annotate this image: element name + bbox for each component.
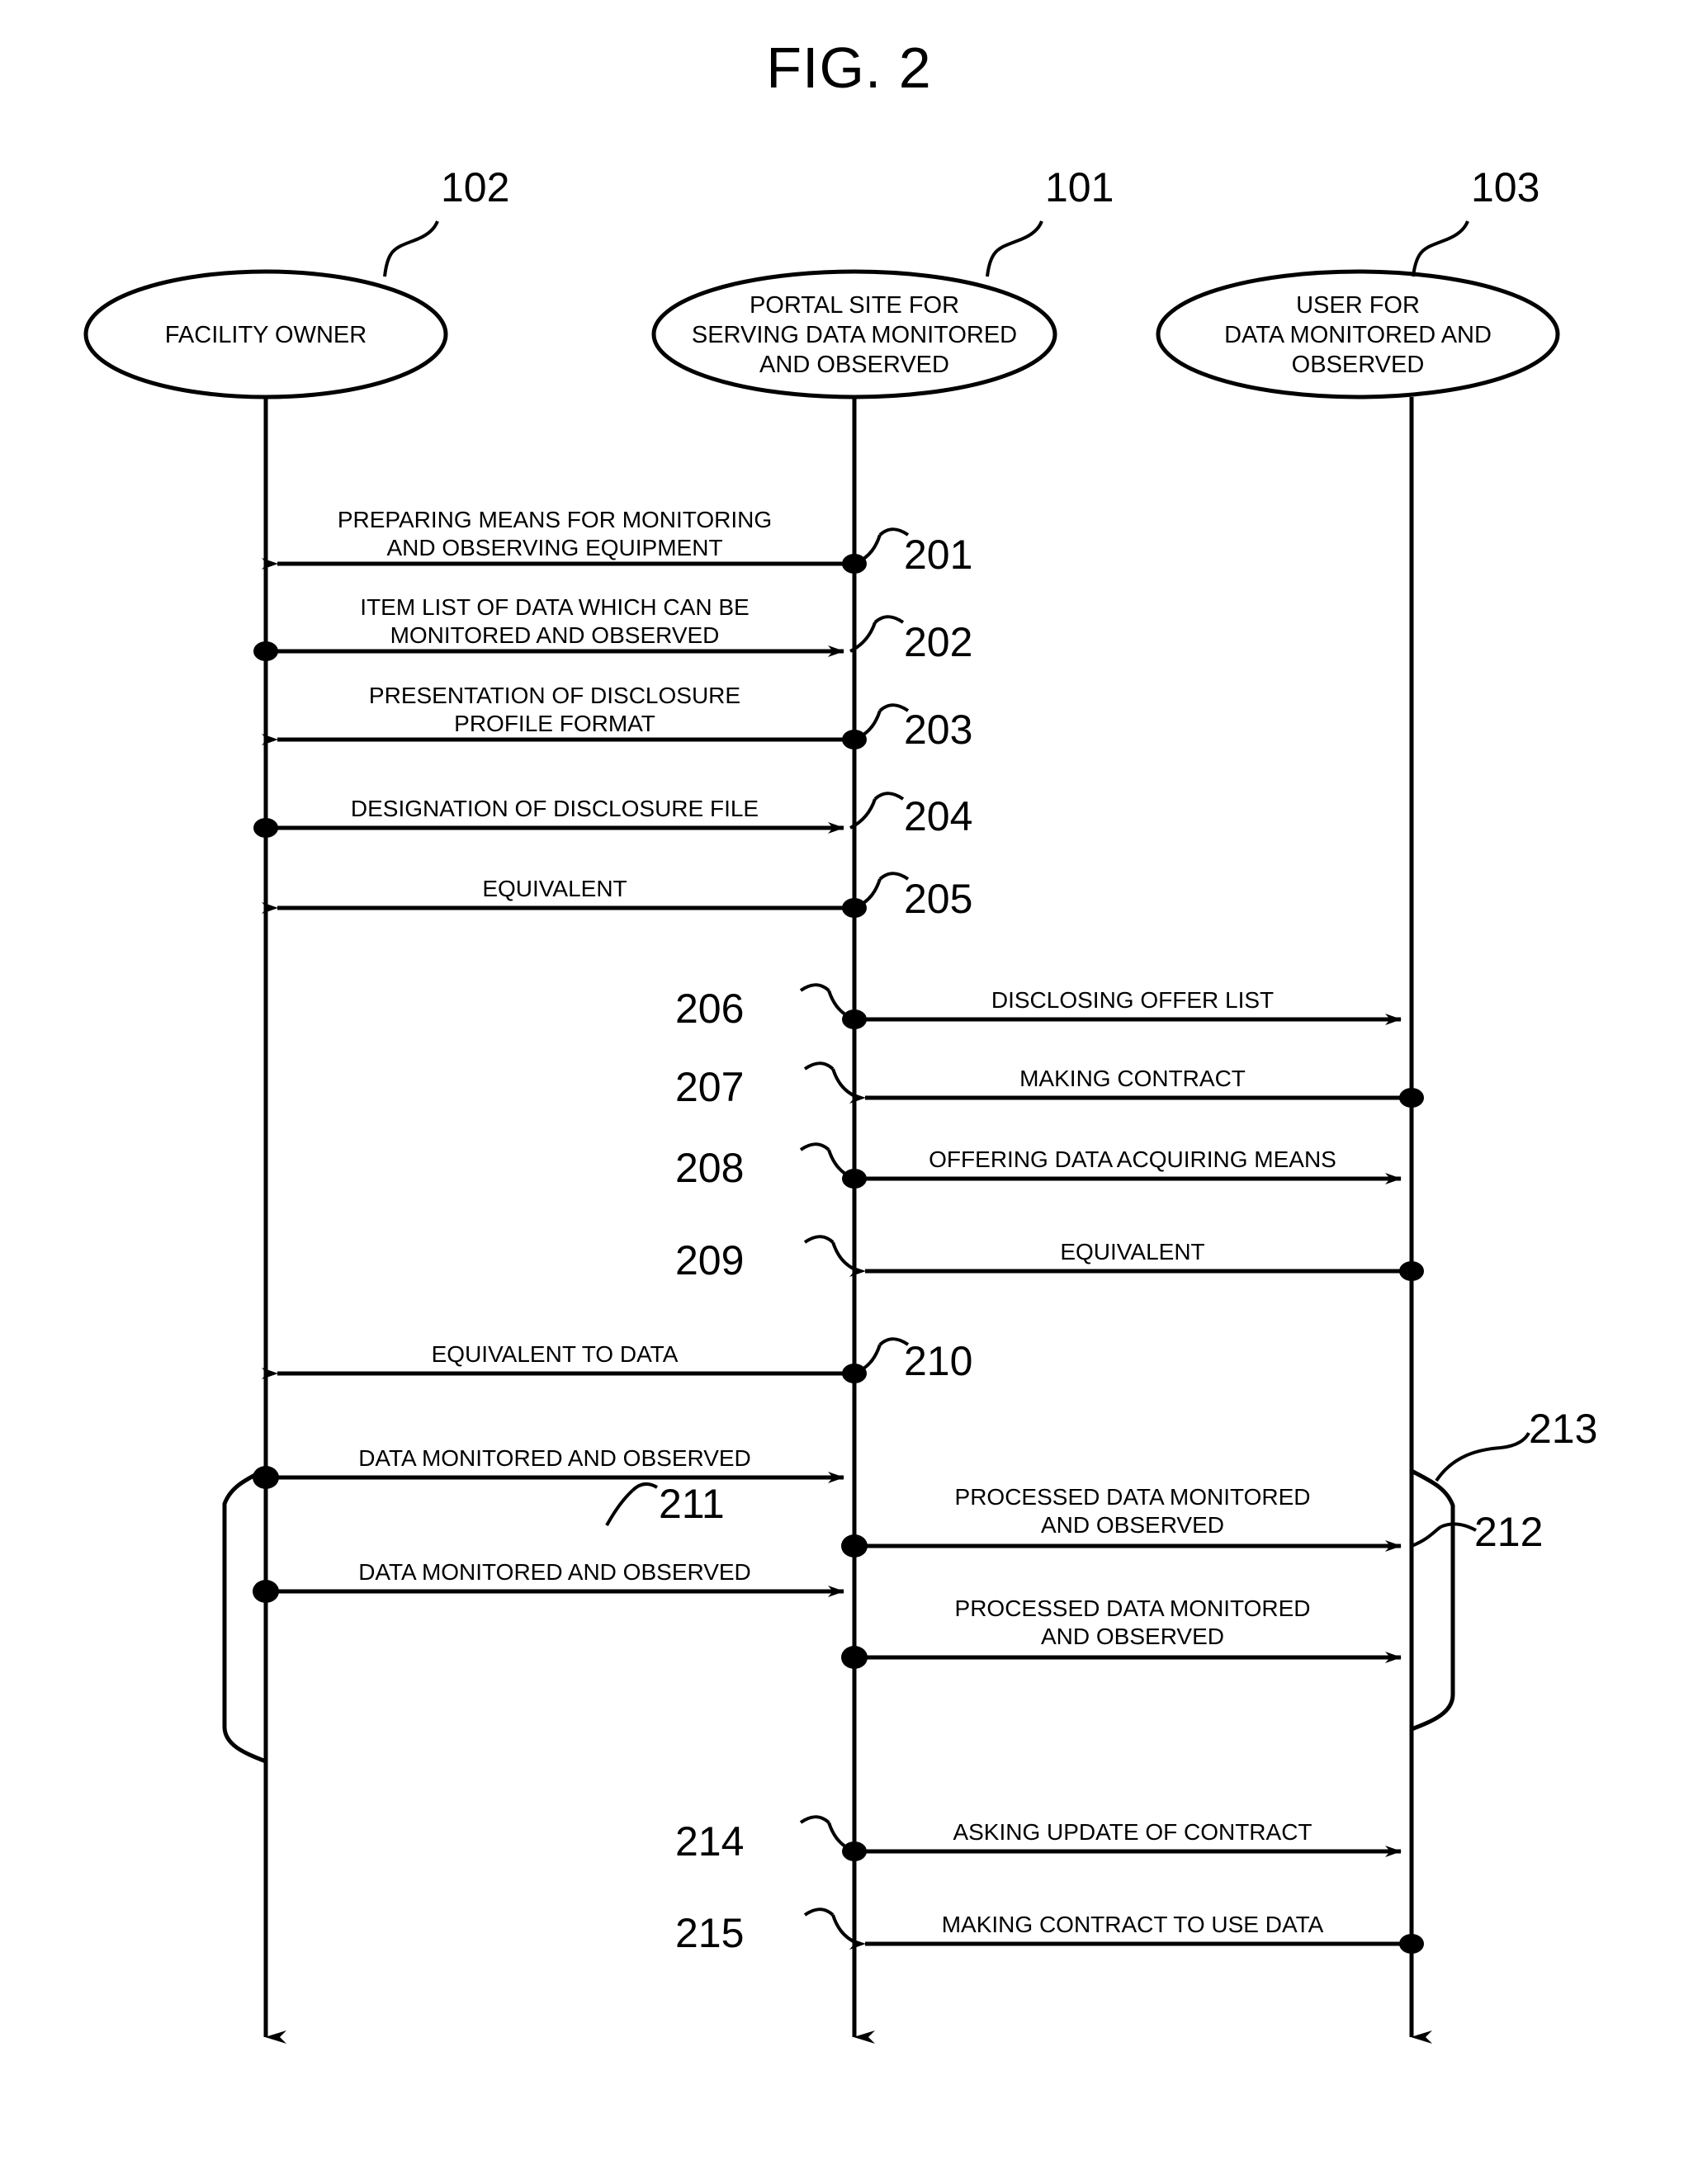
reference-number-204: 204: [904, 793, 973, 839]
leader-line-103: [1412, 220, 1469, 277]
reference-number-202: 202: [904, 619, 973, 665]
message-label-204: DESIGNATION OF DISCLOSURE FILE: [350, 796, 759, 821]
loop-bracket-211: [222, 1467, 267, 1764]
figure-root: FIG. 2 FACILITY OWNER PORTAL SITE FOR SE…: [0, 0, 1698, 2184]
reference-number-207: 207: [675, 1064, 745, 1110]
reference-number-103: 103: [1471, 164, 1540, 210]
reference-number-212: 212: [1474, 1509, 1544, 1555]
reference-number-208: 208: [675, 1145, 745, 1191]
message-label-208: OFFERING DATA ACQUIRING MEANS: [929, 1146, 1336, 1172]
message-label-202: ITEM LIST OF DATA WHICH CAN BE MONITORED…: [360, 594, 750, 648]
reference-number-101: 101: [1045, 164, 1114, 210]
reference-number-201: 201: [904, 532, 973, 578]
reference-number-214: 214: [675, 1818, 745, 1865]
message-label-211: DATA MONITORED AND OBSERVED: [358, 1445, 751, 1471]
message-label-data-monitored-2: DATA MONITORED AND OBSERVED: [358, 1559, 751, 1585]
actor-label-facility-owner: FACILITY OWNER: [164, 322, 367, 348]
message-label-processed-data-2: PROCESSED DATA MONITORED AND OBSERVED: [954, 1595, 1311, 1649]
leader-line-211-b: [631, 1482, 659, 1492]
reference-number-203: 203: [904, 707, 973, 753]
loop-bracket-213: [1410, 1431, 1530, 1732]
reference-number-209: 209: [675, 1237, 745, 1283]
message-label-210: EQUIVALENT TO DATA: [431, 1341, 679, 1367]
actor-label-portal-site: PORTAL SITE FOR SERVING DATA MONITORED A…: [691, 292, 1018, 378]
message-label-206: DISCLOSING OFFER LIST: [991, 987, 1275, 1013]
reference-number-211: 211: [659, 1481, 725, 1527]
message-label-205: EQUIVALENT: [482, 876, 627, 901]
message-label-203: PRESENTATION OF DISCLOSURE PROFILE FORMA…: [368, 683, 741, 736]
reference-number-215: 215: [675, 1910, 745, 1956]
message-label-214: ASKING UPDATE OF CONTRACT: [953, 1819, 1313, 1845]
reference-number-205: 205: [904, 876, 973, 922]
actor-label-data-user: USER FOR DATA MONITORED AND OBSERVED: [1224, 292, 1492, 378]
reference-number-206: 206: [675, 986, 745, 1032]
leader-line-102: [383, 220, 439, 277]
reference-number-213: 213: [1529, 1406, 1598, 1452]
leader-line-101: [986, 220, 1043, 277]
message-label-209: EQUIVALENT: [1060, 1239, 1205, 1265]
message-label-207: MAKING CONTRACT: [1019, 1066, 1246, 1091]
message-label-215: MAKING CONTRACT TO USE DATA: [941, 1912, 1324, 1937]
message-label-201: PREPARING MEANS FOR MONITORING AND OBSER…: [337, 507, 773, 560]
reference-number-210: 210: [904, 1338, 973, 1384]
reference-number-102: 102: [441, 164, 510, 210]
leader-line-211: [605, 1489, 634, 1526]
message-label-212: PROCESSED DATA MONITORED AND OBSERVED: [954, 1484, 1311, 1538]
